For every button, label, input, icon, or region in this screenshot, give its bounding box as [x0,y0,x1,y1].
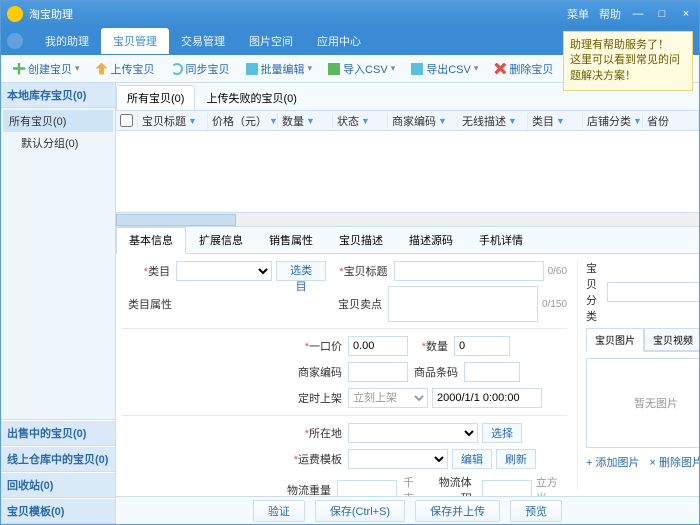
title-counter: 0/60 [548,266,567,277]
create-item-button[interactable]: 创建宝贝▾ [7,59,86,79]
subtab-failed-upload[interactable]: 上传失败的宝贝(0) [195,85,307,110]
export-csv-button[interactable]: 导出CSV▾ [405,59,484,79]
preview-button[interactable]: 预览 [510,500,562,522]
menu-button[interactable]: 菜单 [567,6,589,22]
validate-button[interactable]: 验证 [253,500,305,522]
delete-image-button[interactable]: × 删除图片 [650,454,699,470]
nav-tab-apps[interactable]: 应用中心 [305,28,373,54]
minimize-icon[interactable]: — [631,7,645,21]
upload-item-button[interactable]: 上传宝贝 [90,59,161,79]
sidebar-item-warehouse[interactable]: 线上仓库中的宝贝(0) [1,446,115,472]
media-tab-image[interactable]: 宝贝图片 [586,328,644,352]
choose-location-button[interactable]: 选择 [482,423,522,443]
nav-tab-trades[interactable]: 交易管理 [169,28,237,54]
add-image-button[interactable]: + 添加图片 [586,454,639,470]
seller-code-input[interactable] [348,362,408,382]
edit-icon [246,63,258,75]
location-select[interactable] [348,423,478,443]
ship-template-select[interactable] [348,449,448,469]
help-tooltip: 助理有帮助服务了！ 这里可以看到常见的问题解决方案！ [563,31,693,91]
subtab-all-items[interactable]: 所有宝贝(0) [116,85,195,110]
detail-tab-sales[interactable]: 销售属性 [256,227,326,253]
delete-icon [494,63,506,75]
weight-input[interactable] [337,480,397,496]
detail-tab-source[interactable]: 描述源码 [396,227,466,253]
filter-icon[interactable]: ▼ [508,116,517,126]
export-icon [411,63,423,75]
horizontal-scrollbar[interactable] [116,213,699,227]
timed-date-input[interactable] [432,388,542,408]
image-preview: 暂无图片 ? ? ? [586,358,699,448]
detail-tab-extended[interactable]: 扩展信息 [186,227,256,253]
delete-item-button[interactable]: 删除宝贝 [488,59,559,79]
maximize-icon[interactable]: □ [655,7,669,21]
timed-select[interactable]: 立刻上架 [348,388,428,408]
sync-icon [171,63,183,75]
filter-icon[interactable]: ▼ [361,116,370,126]
filter-icon[interactable]: ▼ [306,116,315,126]
refresh-ship-button[interactable]: 刷新 [496,449,536,469]
app-title: 淘宝助理 [29,6,567,22]
home-icon[interactable] [7,33,23,49]
import-icon [328,63,340,75]
help-button[interactable]: 帮助 [599,6,621,22]
filter-icon[interactable]: ▼ [438,116,447,126]
price-input[interactable] [348,336,408,356]
barcode-input[interactable] [464,362,520,382]
nav-tab-items[interactable]: 宝贝管理 [101,28,169,54]
sidebar-item-selling[interactable]: 出售中的宝贝(0) [1,420,115,446]
filter-icon[interactable]: ▼ [269,116,278,126]
nav-tab-images[interactable]: 图片空间 [237,28,305,54]
detail-tab-basic[interactable]: 基本信息 [116,227,186,254]
title-input[interactable] [394,261,544,281]
grid-header: 宝贝标题▼ 价格（元）▼ 数量▼ 状态▼ 商家编码▼ 无线描述▼ 类目▼ 店铺分… [116,111,699,131]
media-tab-video[interactable]: 宝贝视频 [644,328,699,351]
detail-tab-desc[interactable]: 宝贝描述 [326,227,396,253]
filter-icon[interactable]: ▼ [633,116,642,126]
sidebar-item-templates[interactable]: 宝贝模板(0) [1,498,115,524]
save-upload-button[interactable]: 保存并上传 [415,500,500,522]
catclass-input[interactable] [607,282,699,302]
sellpoint-counter: 0/150 [542,299,567,310]
grid-body [116,131,699,213]
detail-tab-mobile[interactable]: 手机详情 [466,227,536,253]
sellpoint-input[interactable] [388,286,538,322]
app-logo-icon [7,6,23,22]
sync-item-button[interactable]: 同步宝贝 [165,59,236,79]
sidebar-header-local: 本地库存宝贝(0) [1,83,115,108]
upload-icon [96,63,108,75]
plus-icon [13,63,25,75]
save-button[interactable]: 保存(Ctrl+S) [315,500,405,522]
sidebar-item-default-group[interactable]: 默认分组(0) [3,132,113,154]
import-csv-button[interactable]: 导入CSV▾ [322,59,401,79]
qty-input[interactable] [454,336,510,356]
sidebar-item-recycle[interactable]: 回收站(0) [1,472,115,498]
filter-icon[interactable]: ▼ [556,116,565,126]
filter-icon[interactable]: ▼ [188,116,197,126]
close-icon[interactable]: × [679,7,693,21]
volume-input[interactable] [482,480,532,496]
choose-category-button[interactable]: 选类目 [276,261,326,281]
select-all-checkbox[interactable] [120,114,133,127]
edit-ship-button[interactable]: 编辑 [452,449,492,469]
sidebar-item-all[interactable]: 所有宝贝(0) [3,110,113,132]
category-select[interactable] [176,261,272,281]
batch-edit-button[interactable]: 批量编辑▾ [240,59,319,79]
nav-tab-assistant[interactable]: 我的助理 [33,28,101,54]
